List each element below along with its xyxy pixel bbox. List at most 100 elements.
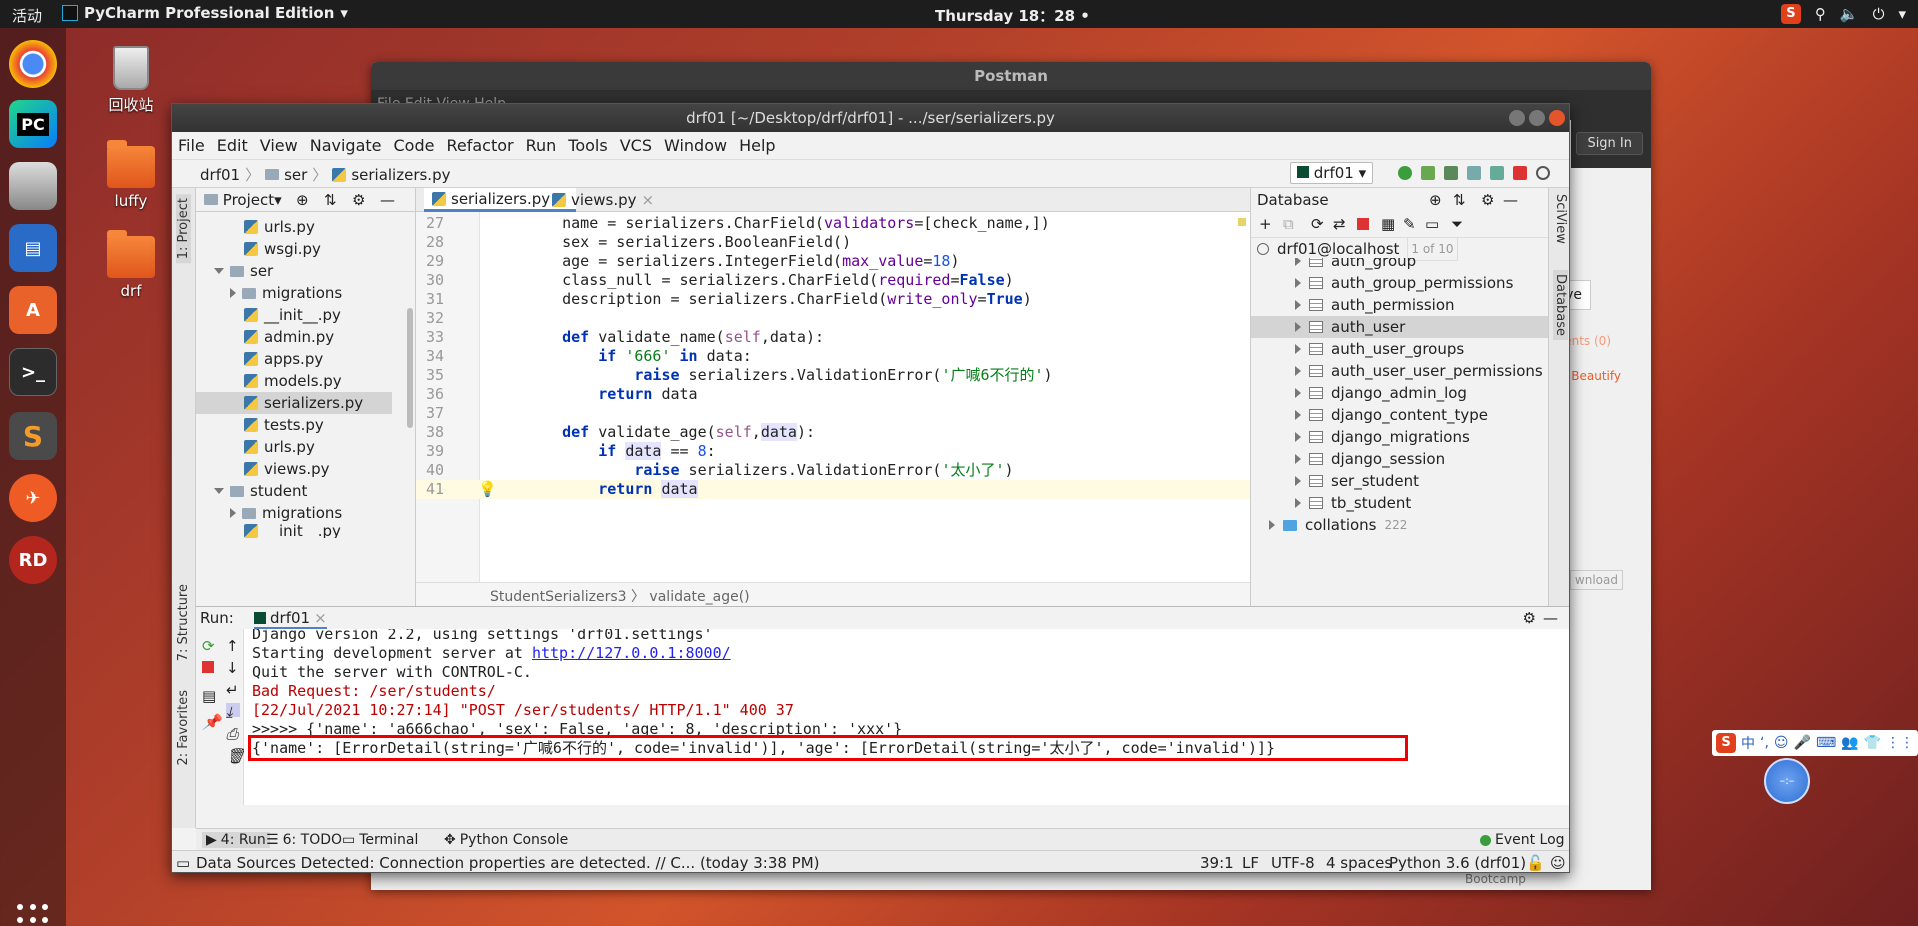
menu-tools[interactable]: Tools [562,132,613,159]
terminal-icon[interactable]: >_ [9,348,57,396]
add-icon[interactable]: + [1259,215,1272,233]
status-message[interactable]: Data Sources Detected: Connection proper… [196,854,820,872]
indent-setting[interactable]: 4 spaces [1326,854,1392,872]
beautify-link[interactable]: Beautify [1571,369,1621,383]
db-table-selected[interactable]: auth_user [1251,316,1551,338]
pycharm-window[interactable]: drf01 [~/Desktop/drf/drf01] - .../ser/se… [171,103,1570,873]
editor-breadcrumb[interactable]: StudentSerializers3 〉 validate_age() [416,582,1250,606]
activities-button[interactable]: 活动 [12,5,42,26]
tree-item[interactable]: urls.py [244,436,315,458]
copy-icon[interactable]: ⧉ [1283,215,1294,233]
db-table[interactable]: auth_group [1295,258,1416,272]
interpreter[interactable]: Python 3.6 (drf01) [1389,854,1526,872]
postman-icon[interactable]: ✈ [9,474,57,522]
code-line[interactable]: 40 raise serializers.ValidationError('太小… [416,461,1250,480]
filter-icon[interactable]: ⏷ [1451,215,1463,233]
collapsed-arrow-icon[interactable] [1295,476,1301,486]
code-line[interactable]: 29 age = serializers.IntegerField(max_va… [416,252,1250,271]
tree-item[interactable]: models.py [244,370,342,392]
ime-toolbar[interactable]: S 中 ʻ, ☺ 🎤 ⌨ 👥 👕 ⋮⋮ [1712,730,1918,756]
lock-icon[interactable]: 🔓 [1526,854,1545,872]
tree-item-selected[interactable]: serializers.py [196,392,392,414]
menu-vcs[interactable]: VCS [614,132,658,159]
desktop-icon-trash[interactable]: 回收站 [96,46,166,115]
hide-icon[interactable]: — [1543,609,1558,627]
code-line[interactable]: 39 if data == 8: [416,442,1250,461]
collapsed-arrow-icon[interactable] [1269,520,1275,530]
search-icon[interactable] [1536,166,1550,180]
locate-icon[interactable]: ⊕ [296,191,309,209]
db-table[interactable]: django_migrations [1295,426,1470,448]
menu-icon[interactable]: ⋮⋮ [1886,735,1914,751]
collapsed-arrow-icon[interactable] [1295,454,1301,464]
console-output[interactable]: Django version 2.2, using settings 'drf0… [244,629,1569,805]
code-line[interactable]: 33 def validate_name(self,data): [416,328,1250,347]
code-line[interactable]: 38 def validate_age(self,data): [416,423,1250,442]
collapsed-arrow-icon[interactable] [1295,278,1301,288]
collapsed-arrow-icon[interactable] [1295,322,1301,332]
volume-icon[interactable]: 🔈 [1840,5,1859,23]
software-center-icon[interactable]: A [9,286,57,334]
layout-icon[interactable]: ▤ [202,687,216,705]
sync-icon[interactable]: ⇄ [1333,215,1346,233]
locate-icon[interactable]: ⊕ [1429,191,1442,209]
menu-help[interactable]: Help [733,132,781,159]
down-arrow-icon[interactable]: ↓ [226,659,240,677]
run-tab[interactable]: drf01 × [254,609,327,629]
tool-tab-structure[interactable]: 7: Structure [176,584,191,661]
lightbulb-icon[interactable]: 💡 [478,480,497,499]
tool-tab-database[interactable]: Database [1553,270,1568,341]
rerun-icon[interactable]: ⟳ [202,637,216,655]
tree-item[interactable]: urls.py [244,216,315,238]
code-line[interactable]: 30 class_null = serializers.CharField(re… [416,271,1250,290]
tool-tab-event-log[interactable]: Event Log [1480,832,1565,848]
crumb-project[interactable]: drf01 [200,166,240,184]
chrome-icon[interactable] [9,40,57,88]
tool-tab-todo[interactable]: ☰ 6: TODO [266,832,342,848]
menu-navigate[interactable]: Navigate [304,132,388,159]
db-table[interactable]: auth_user_groups [1295,338,1464,360]
server-url-link[interactable]: http://127.0.0.1:8000/ [532,644,731,662]
code-line-current[interactable]: 41 💡 return data [416,480,1250,499]
db-table[interactable]: tb_student [1295,492,1411,514]
gear-icon[interactable]: ⚙ [1481,191,1494,209]
stop-icon[interactable] [1513,166,1527,180]
tree-item[interactable]: wsgi.py [244,238,321,260]
coverage-icon[interactable] [1444,166,1458,180]
code-line[interactable]: 34 if '666' in data: [416,347,1250,366]
tree-item[interactable]: apps.py [244,348,323,370]
maximize-icon[interactable] [1529,110,1545,126]
show-apps-icon[interactable] [17,904,49,926]
ime-punctuation-toggle[interactable]: ʻ, [1760,735,1769,751]
crumb-file[interactable]: serializers.py [351,166,450,184]
writer-icon[interactable]: ▤ [9,224,57,272]
stop-icon[interactable] [202,661,214,673]
layout-icon[interactable]: ▭ [176,854,190,872]
collapsed-arrow-icon[interactable] [1295,498,1301,508]
hide-icon[interactable]: — [1503,191,1518,209]
gear-icon[interactable]: ⚙ [1523,609,1536,627]
trash-icon[interactable]: 🗑 [226,747,245,765]
pin-icon[interactable]: 📌 [202,713,221,731]
sogou-icon[interactable]: S [1716,733,1736,753]
microphone-icon[interactable]: 🎤 [1794,735,1811,751]
tree-item[interactable]: admin.py [244,326,334,348]
collapsed-arrow-icon[interactable] [1295,300,1301,310]
db-table[interactable]: auth_group_permissions [1295,272,1513,294]
collapsed-arrow-icon[interactable] [1295,344,1301,354]
menu-refactor[interactable]: Refactor [440,132,519,159]
tree-item[interactable]: __init__.py [244,304,341,326]
tool-tab-project[interactable]: 1: Project [176,194,191,264]
edit-icon[interactable]: ✎ [1403,215,1416,233]
debug-icon[interactable] [1421,166,1435,180]
print-icon[interactable]: ⎙ [226,725,240,743]
db-table[interactable]: ser_student [1295,470,1419,492]
desktop-icon-drf[interactable]: drf [96,230,166,300]
rerun-icon[interactable] [1398,166,1412,180]
project-view-select[interactable]: Project [223,191,274,209]
code-editor[interactable]: serializers.py × views.py × 27 name = seri… [416,188,1250,606]
concurrency-icon[interactable] [1490,166,1504,180]
code-line[interactable]: 28 sex = serializers.BooleanField() [416,233,1250,252]
ime-language-toggle[interactable]: 中 [1741,733,1755,753]
code-line[interactable]: 36 return data [416,385,1250,404]
